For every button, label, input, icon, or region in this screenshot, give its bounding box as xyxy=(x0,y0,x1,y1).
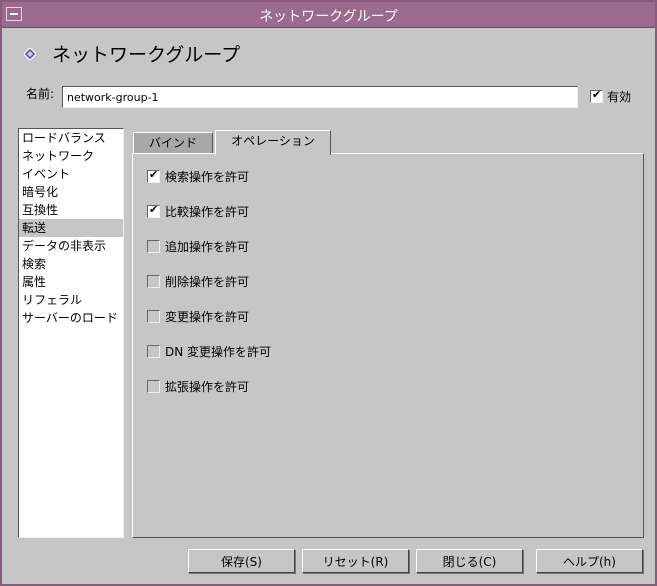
name-input[interactable] xyxy=(62,86,578,108)
sidebar-item-data-hiding[interactable]: データの非表示 xyxy=(19,237,123,255)
page-title: ネットワークグループ xyxy=(52,44,241,66)
sidebar-item-referrals[interactable]: リフェラル xyxy=(19,291,123,309)
network-group-window: ネットワークグループ ネットワークグループ 名前: 有効 ロードバランス ネット… xyxy=(0,0,657,586)
search-permission-label: 検索操作を許可 xyxy=(165,170,250,184)
extended-permission-option[interactable]: 拡張操作を許可 xyxy=(147,378,249,395)
search-permission-option[interactable]: 検索操作を許可 xyxy=(147,168,249,185)
compare-permission-label: 比較操作を許可 xyxy=(165,205,250,219)
modify-dn-permission-option[interactable]: DN 変更操作を許可 xyxy=(147,343,271,360)
diamond-icon xyxy=(24,48,36,60)
delete-permission-checkbox[interactable] xyxy=(147,275,160,288)
sidebar-item-network[interactable]: ネットワーク xyxy=(19,147,123,165)
tab-bind[interactable]: バインド xyxy=(133,132,213,154)
sidebar-item-forwarding[interactable]: 転送 xyxy=(19,219,123,237)
window-title: ネットワークグループ xyxy=(259,9,398,25)
delete-permission-label: 削除操作を許可 xyxy=(165,275,250,289)
sidebar-item-server-load[interactable]: サーバーのロード xyxy=(19,309,123,327)
search-permission-checkbox[interactable] xyxy=(147,168,160,183)
modify-dn-permission-label: DN 変更操作を許可 xyxy=(165,345,272,359)
sidebar-item-search[interactable]: 検索 xyxy=(19,255,123,273)
sidebar-item-encryption[interactable]: 暗号化 xyxy=(19,183,123,201)
modify-permission-label: 変更操作を許可 xyxy=(165,310,250,324)
add-permission-label: 追加操作を許可 xyxy=(165,240,250,254)
enabled-option[interactable]: 有効 xyxy=(590,88,631,105)
modify-dn-permission-checkbox[interactable] xyxy=(147,345,160,358)
extended-permission-label: 拡張操作を許可 xyxy=(165,380,250,394)
name-label: 名前: xyxy=(26,87,55,101)
add-permission-option[interactable]: 追加操作を許可 xyxy=(147,238,249,255)
modify-permission-checkbox[interactable] xyxy=(147,310,160,323)
help-button[interactable]: ヘルプ(h) xyxy=(536,549,643,573)
add-permission-checkbox[interactable] xyxy=(147,240,160,253)
operation-panel: 検索操作を許可 比較操作を許可 追加操作を許可 削除操作を許可 変更操作を許可 … xyxy=(132,153,644,538)
sidebar-item-load-balance[interactable]: ロードバランス xyxy=(19,129,123,147)
sidebar-item-events[interactable]: イベント xyxy=(19,165,123,183)
enabled-checkbox[interactable] xyxy=(590,88,603,103)
title-bar[interactable]: ネットワークグループ xyxy=(2,2,655,28)
tab-operation[interactable]: オペレーション xyxy=(215,130,331,155)
close-button[interactable]: 閉じる(C) xyxy=(416,549,523,573)
extended-permission-checkbox[interactable] xyxy=(147,380,160,393)
category-list[interactable]: ロードバランス ネットワーク イベント 暗号化 互換性 転送 データの非表示 検… xyxy=(18,128,124,538)
save-button[interactable]: 保存(S) xyxy=(188,549,295,573)
compare-permission-option[interactable]: 比較操作を許可 xyxy=(147,203,249,220)
modify-permission-option[interactable]: 変更操作を許可 xyxy=(147,308,249,325)
enabled-label: 有効 xyxy=(607,90,632,104)
reset-button[interactable]: リセット(R) xyxy=(302,549,409,573)
sidebar-item-attributes[interactable]: 属性 xyxy=(19,273,123,291)
delete-permission-option[interactable]: 削除操作を許可 xyxy=(147,273,249,290)
compare-permission-checkbox[interactable] xyxy=(147,203,160,218)
sidebar-item-compatibility[interactable]: 互換性 xyxy=(19,201,123,219)
